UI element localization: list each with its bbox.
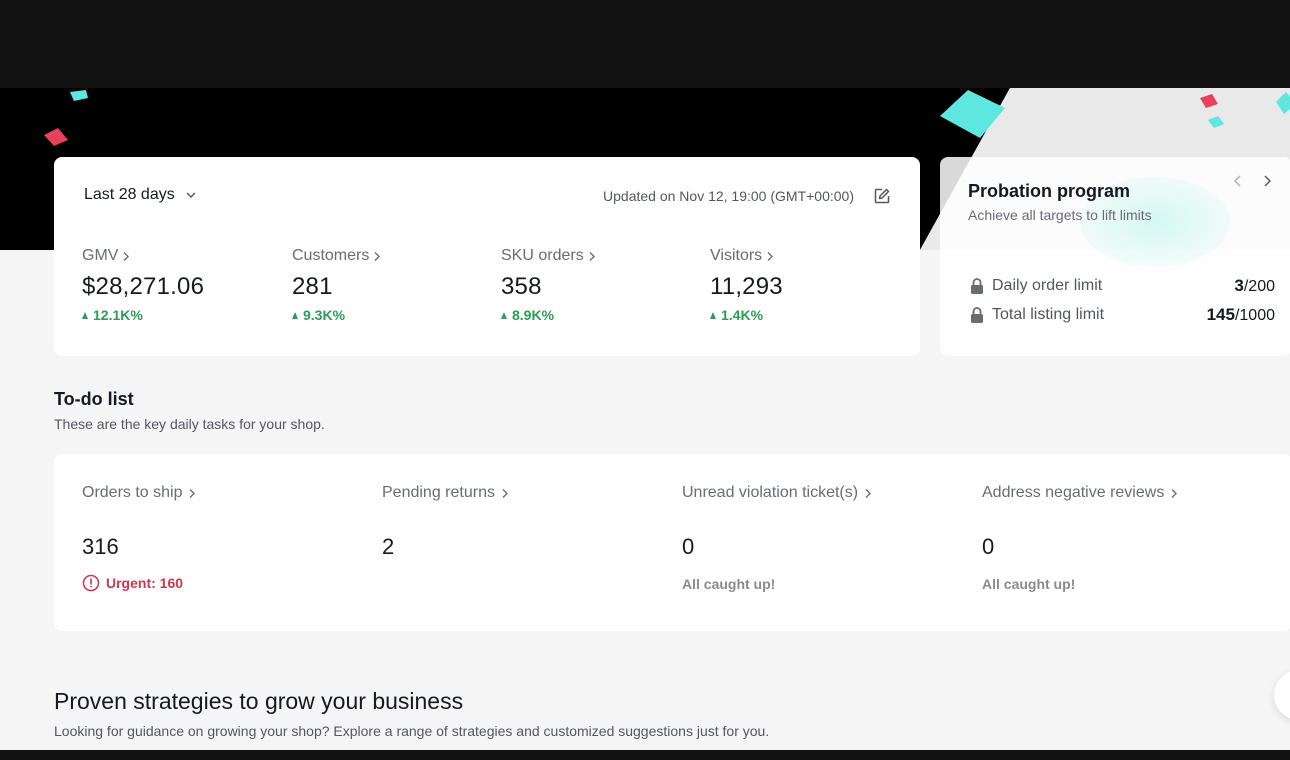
- floating-action-button[interactable]: [1274, 670, 1290, 720]
- lock-icon: [971, 307, 983, 323]
- metric-change-text: 1.4K%: [721, 307, 764, 323]
- metric-sku-orders[interactable]: SKU orders 358 8.9K%: [501, 247, 701, 323]
- metric-label: GMV: [82, 247, 282, 265]
- strategies-title: Proven strategies to grow your business: [54, 688, 464, 714]
- todo-card: Orders to ship 316 Urgent: 160 Pending r…: [54, 454, 1290, 631]
- chevron-right-icon: [123, 251, 130, 261]
- urgent-badge: Urgent: 160: [82, 574, 362, 592]
- todo-value: 2: [382, 534, 395, 559]
- todo-orders-to-ship[interactable]: Orders to ship 316 Urgent: 160: [82, 484, 362, 592]
- metric-change: 9.3K%: [292, 307, 492, 323]
- strategies-subtitle: Looking for guidance on growing your sho…: [54, 723, 770, 739]
- todo-note: All caught up!: [682, 576, 776, 592]
- metric-change-text: 12.1K%: [93, 307, 143, 323]
- chevron-right-icon: [374, 251, 381, 261]
- arrow-up-icon: [710, 311, 716, 319]
- chevron-left-icon[interactable]: [1230, 173, 1246, 189]
- edit-icon[interactable]: [873, 187, 891, 205]
- metric-gmv[interactable]: GMV $28,271.06 12.1K%: [82, 247, 282, 323]
- metric-change: 8.9K%: [501, 307, 701, 323]
- limit-current: 3: [1234, 276, 1244, 295]
- limit-max: /200: [1243, 278, 1275, 295]
- probation-title: Probation program: [968, 181, 1131, 201]
- metric-label-text: SKU orders: [501, 247, 584, 264]
- todo-value: 0: [982, 534, 995, 559]
- chevron-right-icon: [189, 488, 196, 498]
- todo-label: Unread violation ticket(s): [682, 484, 962, 502]
- metric-value: $28,271.06: [82, 273, 205, 300]
- lock-icon: [971, 278, 983, 294]
- chevron-right-icon: [767, 251, 774, 261]
- probation-card: Probation program Achieve all targets to…: [940, 157, 1290, 356]
- todo-value: 0: [682, 534, 695, 559]
- main-content: Last 28 days Updated on Nov 12, 19:00 (G…: [0, 88, 1290, 750]
- arrow-up-icon: [82, 311, 88, 319]
- todo-label: Orders to ship: [82, 484, 362, 502]
- metric-label-text: Customers: [292, 247, 370, 264]
- date-range-selector[interactable]: Last 28 days: [84, 186, 197, 204]
- updated-timestamp: Updated on Nov 12, 19:00 (GMT+00:00): [603, 188, 854, 204]
- metric-change-text: 9.3K%: [303, 307, 346, 323]
- todo-negative-reviews[interactable]: Address negative reviews 0 All caught up…: [982, 484, 1262, 592]
- chevron-right-icon: [589, 251, 595, 261]
- limit-label: Daily order limit: [992, 277, 1103, 294]
- chevron-down-icon: [186, 192, 196, 198]
- todo-subtitle: These are the key daily tasks for your s…: [54, 416, 325, 432]
- chevron-right-icon: [502, 488, 508, 498]
- urgent-text: Urgent: 160: [106, 575, 184, 591]
- metric-customers[interactable]: Customers 281 9.3K%: [292, 247, 492, 323]
- todo-title: To-do list: [54, 389, 134, 409]
- todo-note: All caught up!: [982, 576, 1076, 592]
- todo-label-text: Unread violation ticket(s): [682, 484, 859, 501]
- todo-violation-tickets[interactable]: Unread violation ticket(s) 0 All caught …: [682, 484, 962, 592]
- metric-label: Customers: [292, 247, 492, 265]
- chevron-right-icon: [865, 488, 872, 498]
- limit-label: Total listing limit: [992, 306, 1105, 323]
- metric-change: 12.1K%: [82, 307, 282, 323]
- arrow-up-icon: [501, 311, 507, 319]
- metric-value: 281: [292, 273, 333, 300]
- chevron-right-icon[interactable]: [1259, 173, 1275, 189]
- limit-current: 145: [1206, 305, 1235, 324]
- metrics-card: Last 28 days Updated on Nov 12, 19:00 (G…: [54, 157, 920, 356]
- metric-label: SKU orders: [501, 247, 701, 265]
- daily-order-limit: Daily order limit 3/200: [970, 276, 1275, 296]
- metric-label-text: Visitors: [710, 247, 763, 264]
- todo-value: 316: [82, 534, 119, 559]
- date-range-label: Last 28 days: [84, 186, 175, 203]
- metric-change-text: 8.9K%: [512, 307, 555, 323]
- metric-visitors[interactable]: Visitors 11,293 1.4K%: [710, 247, 910, 323]
- todo-label-text: Pending returns: [382, 484, 495, 501]
- limit-value: 3/200: [1234, 276, 1275, 296]
- alert-circle-icon: [82, 574, 100, 592]
- limit-value: 145/1000: [1207, 305, 1275, 325]
- chevron-right-icon: [1171, 488, 1178, 498]
- top-bar: [0, 0, 1290, 88]
- total-listing-limit: Total listing limit 145/1000: [970, 305, 1275, 325]
- todo-pending-returns[interactable]: Pending returns 2: [382, 484, 662, 560]
- todo-label: Address negative reviews: [982, 484, 1262, 502]
- todo-label-text: Orders to ship: [82, 484, 183, 501]
- metric-label: Visitors: [710, 247, 910, 265]
- limit-max: /1000: [1234, 307, 1275, 324]
- metric-change: 1.4K%: [710, 307, 910, 323]
- todo-label: Pending returns: [382, 484, 662, 502]
- todo-label-text: Address negative reviews: [982, 484, 1165, 501]
- metric-label-text: GMV: [82, 247, 119, 264]
- probation-subtitle: Achieve all targets to lift limits: [968, 207, 1152, 223]
- metric-value: 11,293: [710, 273, 783, 300]
- bottom-bar: [0, 750, 1290, 760]
- metric-value: 358: [501, 273, 542, 300]
- arrow-up-icon: [292, 311, 298, 319]
